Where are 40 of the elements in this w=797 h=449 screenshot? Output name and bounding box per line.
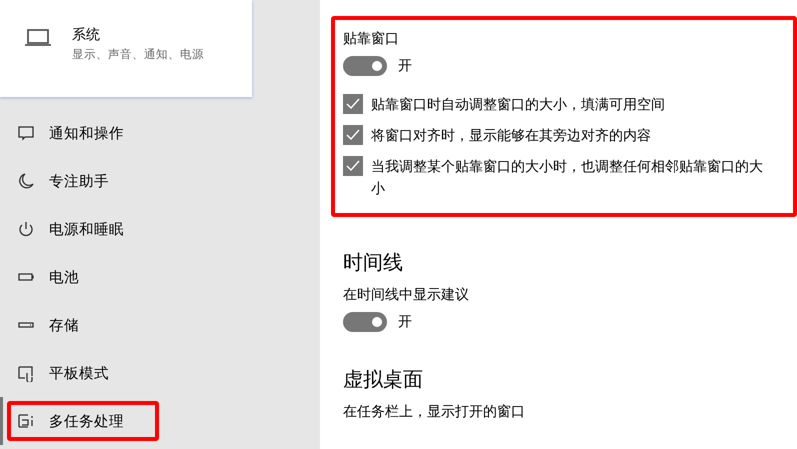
sidebar-item[interactable]: 专注助手 — [0, 157, 320, 205]
sidebar-label: 多任务处理 — [49, 412, 124, 430]
sidebar-item[interactable]: 存储 — [0, 301, 320, 349]
checkbox[interactable] — [343, 156, 363, 176]
setting-label: 在任务栏上，显示打开的窗口 — [343, 403, 526, 421]
toggle-switch[interactable] — [343, 56, 387, 76]
checkmark-icon — [346, 98, 360, 110]
message-icon — [17, 124, 35, 142]
toggle-state: 开 — [398, 313, 412, 331]
checkmark-icon — [346, 129, 360, 141]
sidebar-label: 存储 — [49, 316, 79, 334]
setting-label: 在时间线中显示建议 — [343, 286, 470, 304]
tablet-icon — [17, 364, 35, 382]
sidebar-item[interactable]: 通知和操作 — [0, 109, 320, 157]
sidebar-item[interactable]: 平板模式 — [0, 349, 320, 397]
section-heading: 虚拟桌面 — [343, 366, 424, 393]
card-title: 系统 — [72, 26, 101, 44]
checkbox[interactable] — [343, 94, 363, 114]
checkbox-label: 将窗口对齐时，显示能够在其旁边对齐的内容 — [371, 127, 651, 146]
multitask-icon — [17, 412, 35, 430]
toggle-state: 开 — [398, 57, 412, 75]
sidebar-item[interactable]: 电池 — [0, 253, 320, 301]
checkbox-label: 当我调整某个贴靠窗口的大小时，也调整任何相邻贴靠窗口的大小 — [371, 158, 764, 199]
sidebar-item[interactable]: 电源和睡眠 — [0, 205, 320, 253]
sidebar-label: 通知和操作 — [49, 124, 124, 142]
moon-icon — [17, 172, 35, 190]
sidebar-label: 专注助手 — [49, 172, 109, 190]
toggle-switch[interactable] — [343, 312, 387, 332]
checkbox-label: 贴靠窗口时自动调整窗口的大小，填满可用空间 — [371, 96, 665, 115]
card-subtitle: 显示、声音、通知、电源 — [72, 47, 204, 62]
checkbox[interactable] — [343, 125, 363, 145]
sidebar-label: 电源和睡眠 — [49, 220, 124, 238]
setting-label: 贴靠窗口 — [343, 30, 400, 48]
checkmark-icon — [346, 160, 360, 172]
sidebar-label: 平板模式 — [49, 364, 109, 382]
section-heading: 时间线 — [343, 249, 404, 276]
sidebar-label: 电池 — [49, 268, 79, 286]
category-card[interactable]: 系统 显示、声音、通知、电源 — [0, 0, 252, 97]
power-icon — [17, 220, 35, 238]
sidebar-item[interactable]: 多任务处理 — [0, 397, 320, 445]
